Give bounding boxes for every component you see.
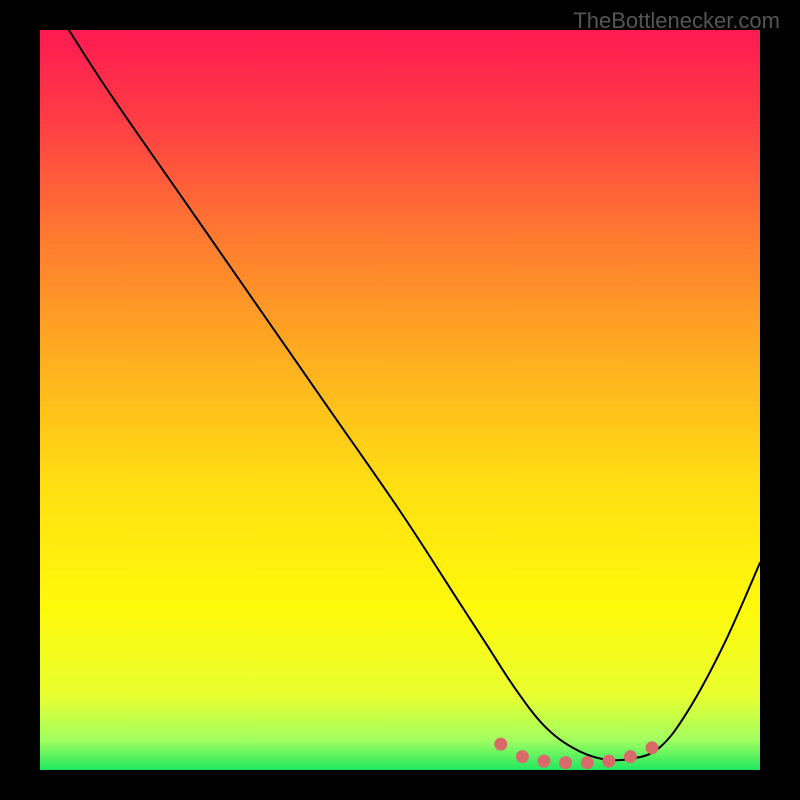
chart-svg — [40, 30, 760, 770]
marker-dot — [559, 756, 572, 769]
watermark-text: TheBottlenecker.com — [573, 8, 780, 34]
plot-area — [40, 30, 760, 770]
gradient-background — [40, 30, 760, 770]
marker-dot — [494, 738, 507, 751]
marker-dot — [581, 756, 594, 769]
marker-dot — [538, 755, 551, 768]
marker-dot — [516, 750, 529, 763]
marker-dot — [624, 750, 637, 763]
chart-container: TheBottlenecker.com — [0, 0, 800, 800]
marker-dot — [602, 755, 615, 768]
marker-dot — [646, 741, 659, 754]
